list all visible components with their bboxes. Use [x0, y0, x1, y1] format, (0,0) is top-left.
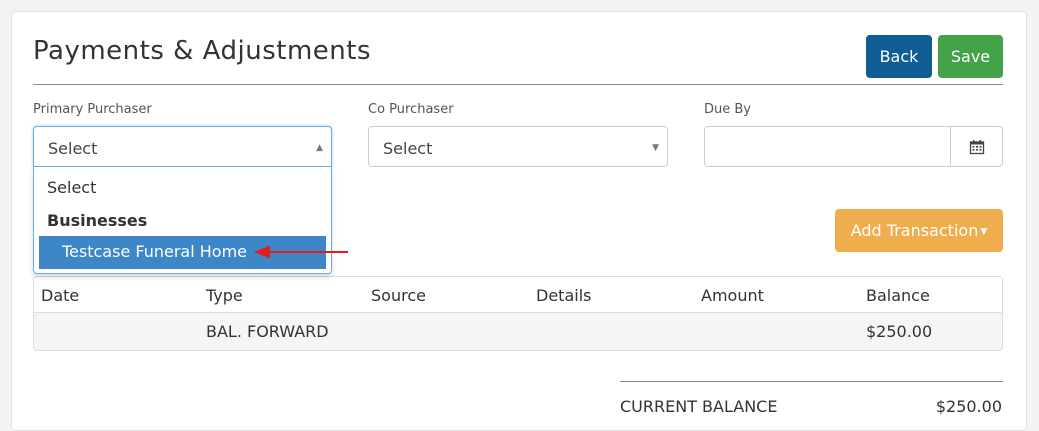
balance-divider — [620, 381, 1003, 382]
column-header-details: Details — [536, 286, 592, 305]
column-header-amount: Amount — [701, 286, 764, 305]
current-balance-label: CURRENT BALANCE — [620, 397, 778, 416]
column-header-balance: Balance — [866, 286, 930, 305]
transactions-table: Date Type Source Details Amount Balance … — [33, 276, 1003, 351]
primary-purchaser-select[interactable]: Select ▲ — [33, 126, 332, 167]
title-divider — [33, 84, 1003, 85]
co-purchaser-value: Select — [383, 139, 433, 158]
save-button[interactable]: Save — [938, 35, 1003, 78]
primary-purchaser-value: Select — [48, 139, 98, 158]
due-by-input[interactable] — [704, 126, 1003, 167]
annotation-arrow-icon — [254, 245, 348, 259]
row-type: BAL. FORWARD — [206, 322, 329, 341]
table-row: BAL. FORWARD $250.00 — [34, 313, 1002, 350]
column-header-source: Source — [371, 286, 426, 305]
table-header: Date Type Source Details Amount Balance — [34, 277, 1002, 313]
back-button[interactable]: Back — [866, 35, 932, 78]
add-transaction-label: Add Transaction — [850, 221, 979, 240]
calendar-icon — [969, 139, 984, 154]
column-header-type: Type — [206, 286, 243, 305]
caret-down-icon: ▼ — [652, 143, 659, 153]
page-title: Payments & Adjustments — [33, 36, 371, 66]
caret-down-icon: ▼ — [980, 227, 988, 237]
co-purchaser-label: Co Purchaser — [368, 102, 454, 117]
due-by-label: Due By — [704, 102, 751, 117]
dropdown-option-select[interactable]: Select — [47, 178, 96, 197]
co-purchaser-select[interactable]: Select ▼ — [368, 126, 668, 167]
add-transaction-button[interactable]: Add Transaction ▼ — [835, 209, 1003, 252]
primary-purchaser-label: Primary Purchaser — [33, 102, 152, 117]
dropdown-group-businesses: Businesses — [47, 211, 148, 230]
payments-card: Payments & Adjustments Back Save Primary… — [11, 11, 1027, 431]
row-balance: $250.00 — [866, 322, 933, 341]
current-balance-value: $250.00 — [935, 397, 1002, 416]
column-header-date: Date — [41, 286, 80, 305]
calendar-button[interactable] — [950, 127, 1002, 166]
caret-up-icon: ▲ — [316, 143, 323, 153]
